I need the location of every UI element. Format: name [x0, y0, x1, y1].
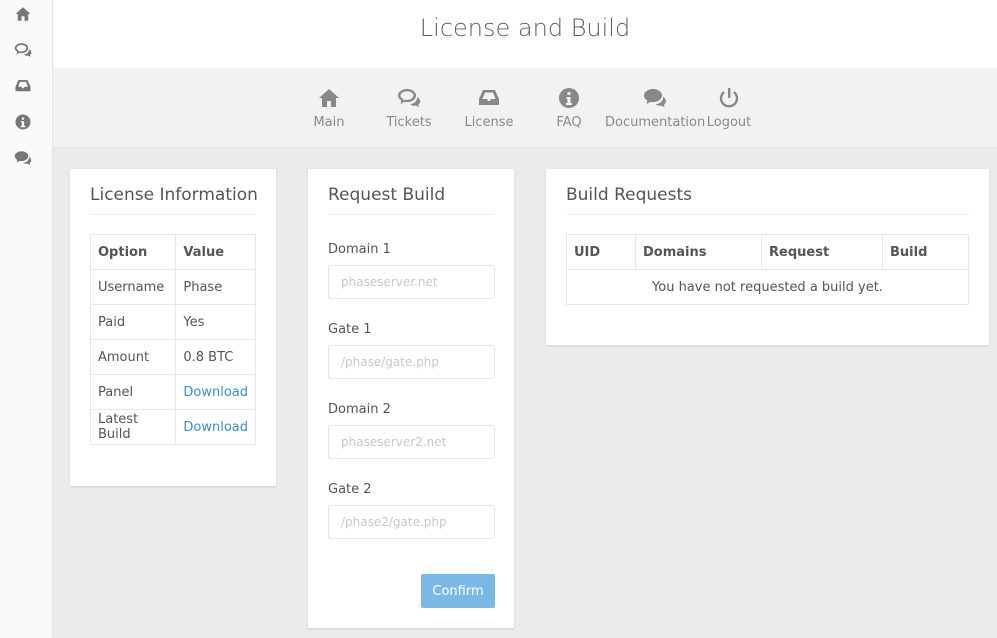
divider — [328, 214, 494, 215]
gate1-label: Gate 1 — [328, 322, 372, 337]
license-info-panel: License Information Option Value Usernam… — [70, 169, 276, 486]
domain2-label: Domain 2 — [328, 402, 391, 417]
home-icon[interactable] — [14, 5, 32, 23]
gate1-input[interactable] — [328, 345, 495, 379]
option-cell: Username — [89, 269, 177, 305]
table-row: Latest Build Download — [89, 409, 256, 445]
comments-icon[interactable] — [14, 149, 32, 167]
header: License and Build — [53, 0, 997, 68]
table-header-row: UID Domains Request Build — [566, 234, 969, 270]
column-header: Domains — [635, 234, 762, 270]
power-icon — [717, 86, 741, 110]
panel-download-link[interactable]: Download — [183, 385, 248, 400]
page-title: License and Build — [419, 14, 631, 42]
table-row: You have not requested a build yet. — [566, 269, 969, 305]
gate2-label: Gate 2 — [328, 482, 372, 497]
domain2-input[interactable] — [328, 425, 495, 459]
nav-label: FAQ — [556, 115, 582, 130]
table-header-row: Option Value — [89, 234, 256, 270]
table-row: Amount 0.8 BTC — [89, 339, 256, 375]
comments-outline-icon[interactable] — [14, 41, 32, 59]
value-cell: Download — [175, 409, 256, 445]
info-circle-icon[interactable] — [14, 113, 32, 131]
empty-message: You have not requested a build yet. — [566, 269, 969, 305]
nav-item-logout[interactable]: Logout — [679, 86, 779, 130]
request-build-panel: Request Build Domain 1 Gate 1 Domain 2 G… — [308, 169, 514, 628]
nav-label: Logout — [706, 115, 752, 130]
panel-title: Build Requests — [566, 185, 692, 205]
column-header: Value — [175, 234, 256, 270]
confirm-button[interactable]: Confirm — [421, 574, 495, 608]
option-cell: Paid — [89, 304, 177, 340]
gate2-input[interactable] — [328, 505, 495, 539]
option-cell: Latest Build — [89, 409, 177, 445]
option-cell: Panel — [89, 374, 177, 410]
comments-icon — [643, 86, 667, 110]
table-row: Username Phase — [89, 269, 256, 305]
domain1-label: Domain 1 — [328, 242, 391, 257]
inbox-icon[interactable] — [14, 77, 32, 95]
panel-title: License Information — [90, 185, 258, 205]
main-nav: Main Tickets License FAQ Documentation L… — [53, 68, 997, 148]
domain1-input[interactable] — [328, 265, 495, 299]
divider — [566, 214, 969, 215]
nav-item-faq[interactable]: FAQ — [519, 86, 619, 130]
license-table: Option Value Username Phase Paid Yes Amo… — [89, 234, 256, 445]
build-requests-panel: Build Requests UID Domains Request Build… — [546, 169, 989, 345]
column-header: Option — [89, 234, 177, 270]
column-header: UID — [566, 234, 636, 270]
value-cell: Phase — [175, 269, 256, 305]
value-cell: Yes — [175, 304, 256, 340]
sidebar — [0, 0, 53, 638]
panel-title: Request Build — [328, 185, 446, 205]
option-cell: Amount — [89, 339, 177, 375]
value-cell: Download — [175, 374, 256, 410]
build-requests-table: UID Domains Request Build You have not r… — [566, 234, 969, 305]
column-header: Request — [761, 234, 883, 270]
home-icon — [317, 86, 341, 110]
value-cell: 0.8 BTC — [175, 339, 256, 375]
table-row: Panel Download — [89, 374, 256, 410]
inbox-icon — [477, 86, 501, 110]
comments-outline-icon — [397, 86, 421, 110]
divider — [90, 214, 256, 215]
column-header: Build — [882, 234, 969, 270]
info-circle-icon — [557, 86, 581, 110]
table-row: Paid Yes — [89, 304, 256, 340]
latest-build-download-link[interactable]: Download — [183, 420, 248, 435]
